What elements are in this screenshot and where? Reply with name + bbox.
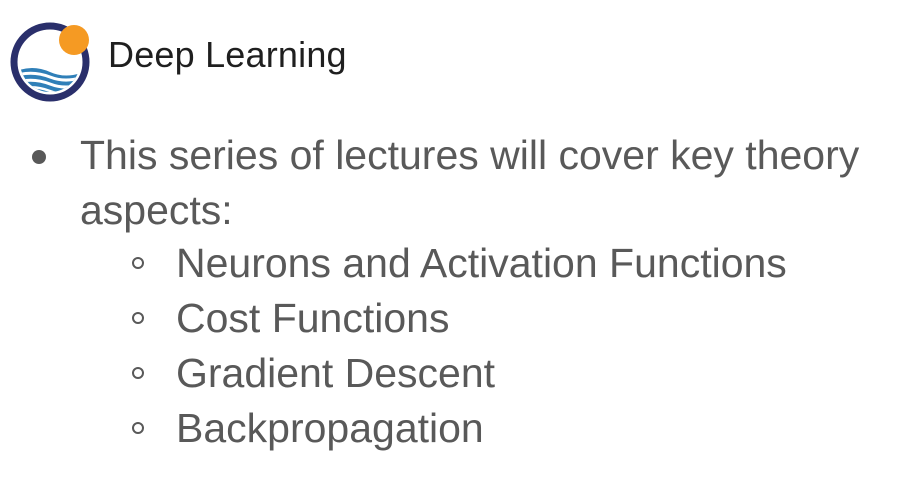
- hollow-bullet-icon: [132, 367, 144, 379]
- sub-bullet-text: Backpropagation: [176, 405, 484, 451]
- sub-bullet-item: Gradient Descent: [132, 346, 902, 401]
- slide-title: Deep Learning: [108, 34, 347, 75]
- filled-bullet-icon: [32, 150, 46, 164]
- hollow-bullet-icon: [132, 422, 144, 434]
- sub-bullet-item: Neurons and Activation Functions: [132, 236, 902, 291]
- hollow-bullet-icon: [132, 257, 144, 269]
- sub-bullet-item: Cost Functions: [132, 291, 902, 346]
- main-bullet-text: This series of lectures will cover key t…: [80, 132, 860, 233]
- slide-content: This series of lectures will cover key t…: [28, 128, 908, 238]
- sub-bullet-text: Cost Functions: [176, 295, 450, 341]
- sub-bullet-text: Gradient Descent: [176, 350, 496, 396]
- main-bullet-item: This series of lectures will cover key t…: [28, 128, 908, 238]
- sub-bullet-item: Backpropagation: [132, 401, 902, 456]
- hollow-bullet-icon: [132, 312, 144, 324]
- sub-bullet-list: Neurons and Activation Functions Cost Fu…: [132, 236, 902, 456]
- sub-bullet-text: Neurons and Activation Functions: [176, 240, 787, 286]
- wave-sun-logo-icon: [10, 22, 90, 102]
- slide-header: Deep Learning: [10, 18, 347, 104]
